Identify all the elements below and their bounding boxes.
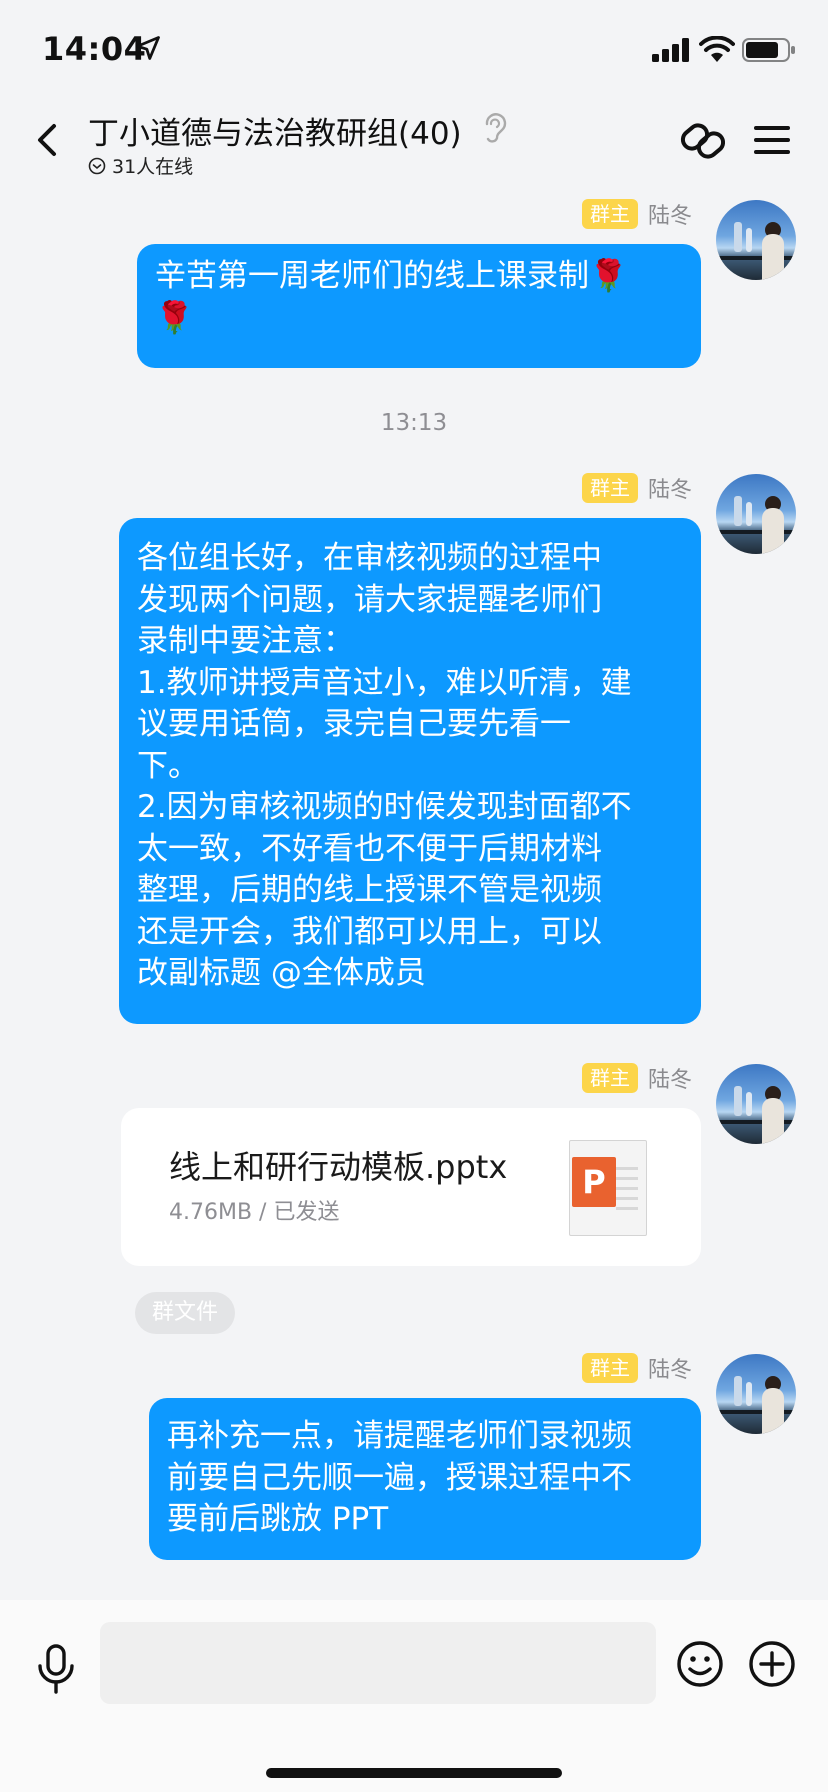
location-arrow-icon <box>136 36 160 60</box>
file-name: 线上和研行动模板.pptx <box>169 1148 508 1186</box>
emoji-icon[interactable] <box>676 1640 724 1688</box>
online-status[interactable]: 31人在线 <box>88 152 193 179</box>
avatar[interactable] <box>716 1354 796 1434</box>
avatar[interactable] <box>716 474 796 554</box>
owner-badge: 群主 <box>581 1063 638 1093</box>
file-meta: 4.76MB / 已发送 <box>169 1200 340 1225</box>
link-icon[interactable] <box>678 114 730 166</box>
wifi-icon <box>699 36 735 62</box>
pptx-file-icon: P <box>569 1140 647 1236</box>
chat-header: 丁小道德与法治教研组(40) 31人在线 <box>0 96 828 190</box>
message-bubble[interactable]: 各位组长好，在审核视频的过程中 发现两个问题，请大家提醒老师们 录制中要注意： … <box>119 518 701 1024</box>
avatar[interactable] <box>716 1064 796 1144</box>
group-title[interactable]: 丁小道德与法治教研组(40) <box>88 108 462 153</box>
plus-icon[interactable] <box>748 1640 796 1688</box>
owner-badge: 群主 <box>581 1353 638 1383</box>
status-time: 14:04 <box>42 30 147 68</box>
owner-badge: 群主 <box>581 473 638 503</box>
message-input[interactable] <box>100 1622 656 1704</box>
message-bubble[interactable]: 再补充一点，请提醒老师们录视频 前要自己先顺一遍，授课过程中不 要前后跳放 PP… <box>149 1398 701 1560</box>
cellular-signal-icon <box>652 38 689 62</box>
file-message-card[interactable]: 线上和研行动模板.pptx 4.76MB / 已发送 P <box>121 1108 701 1266</box>
timestamp: 13:13 <box>380 410 448 436</box>
home-indicator <box>266 1768 562 1778</box>
sender-info: 群主 陆冬 <box>581 1062 692 1094</box>
online-check-icon <box>88 157 106 174</box>
sender-name[interactable]: 陆冬 <box>648 472 692 504</box>
status-bar: 14:04 <box>0 0 828 96</box>
avatar[interactable] <box>716 200 796 280</box>
battery-icon <box>742 38 795 62</box>
menu-icon[interactable] <box>748 118 796 162</box>
sender-name[interactable]: 陆冬 <box>648 1352 692 1384</box>
message-bubble[interactable]: 辛苦第一周老师们的线上课录制🌹 🌹 <box>137 244 701 368</box>
back-icon[interactable] <box>24 116 72 164</box>
input-bar <box>0 1600 828 1792</box>
ear-icon <box>485 113 507 143</box>
group-files-tag[interactable]: 群文件 <box>135 1292 236 1334</box>
online-count: 31人在线 <box>112 156 194 178</box>
sender-name[interactable]: 陆冬 <box>648 198 692 230</box>
sender-info: 群主 陆冬 <box>581 1352 692 1384</box>
sender-name[interactable]: 陆冬 <box>648 1062 692 1094</box>
owner-badge: 群主 <box>581 199 638 229</box>
sender-info: 群主 陆冬 <box>581 472 692 504</box>
sender-info: 群主 陆冬 <box>581 198 692 230</box>
microphone-icon[interactable] <box>34 1644 78 1694</box>
